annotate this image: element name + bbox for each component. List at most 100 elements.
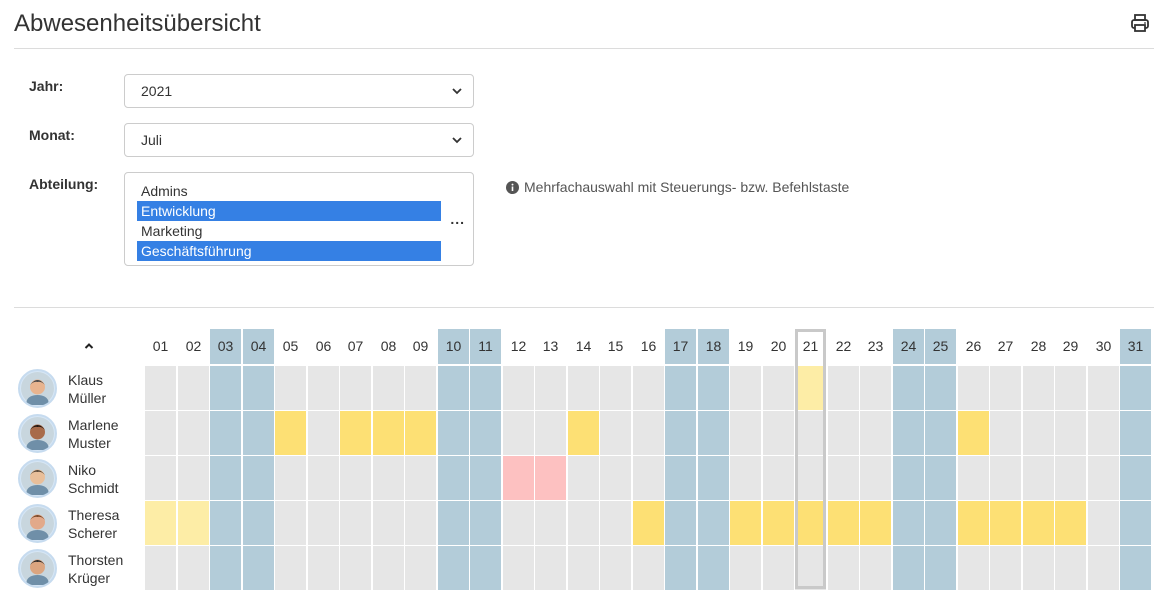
day-cell — [210, 411, 241, 455]
absence-cell[interactable] — [535, 456, 566, 500]
chevron-down-icon — [452, 137, 462, 144]
day-cell — [665, 366, 696, 410]
info-icon — [506, 180, 519, 194]
absence-cell[interactable] — [145, 501, 176, 545]
month-value: Juli — [141, 132, 163, 148]
day-cell — [405, 366, 436, 410]
department-option[interactable]: Marketing — [137, 221, 441, 241]
department-option[interactable]: Admins — [137, 181, 441, 201]
avatar — [18, 369, 57, 408]
day-cell — [990, 456, 1021, 500]
day-header: 13 — [542, 338, 559, 354]
day-cell — [990, 366, 1021, 410]
day-cell — [503, 501, 534, 545]
absence-cell[interactable] — [405, 411, 436, 455]
absence-cell[interactable] — [828, 501, 859, 545]
absence-cell[interactable] — [275, 411, 306, 455]
day-cell — [893, 411, 924, 455]
day-cell — [1055, 546, 1086, 590]
absence-cell[interactable] — [1023, 501, 1054, 545]
day-cell — [763, 366, 794, 410]
absence-cell[interactable] — [373, 411, 404, 455]
absence-cell[interactable] — [958, 501, 989, 545]
absence-cell[interactable] — [795, 366, 826, 410]
printer-icon[interactable] — [1129, 12, 1151, 34]
employee-first-name: Theresa — [68, 506, 120, 523]
department-option[interactable]: Geschäftsführung — [137, 241, 441, 261]
day-cell — [665, 501, 696, 545]
day-cell — [373, 456, 404, 500]
absence-cell[interactable] — [990, 501, 1021, 545]
absence-cell[interactable] — [178, 501, 209, 545]
month-label: Monat: — [29, 127, 75, 143]
absence-cell[interactable] — [633, 501, 664, 545]
day-cell — [438, 546, 469, 590]
chevron-up-icon[interactable] — [83, 340, 95, 352]
day-cell — [958, 456, 989, 500]
day-header: 19 — [737, 338, 754, 354]
day-cell — [568, 546, 599, 590]
day-cell — [1055, 411, 1086, 455]
absence-cell[interactable] — [340, 411, 371, 455]
month-select[interactable]: Juli — [124, 123, 474, 157]
day-cell — [795, 411, 826, 455]
day-cell — [665, 411, 696, 455]
day-cell — [763, 546, 794, 590]
year-select[interactable]: 2021 — [124, 74, 474, 108]
day-cell — [1023, 366, 1054, 410]
day-cell — [925, 366, 956, 410]
day-header: 08 — [380, 338, 397, 354]
day-cell — [698, 411, 729, 455]
day-cell — [178, 366, 209, 410]
day-cell — [178, 546, 209, 590]
day-cell — [893, 366, 924, 410]
department-option[interactable]: Entwicklung — [137, 201, 441, 221]
employee-last-name: Müller — [68, 389, 107, 406]
employee-name: Thorsten Krüger — [68, 551, 138, 587]
employee-last-name: Schmidt — [68, 479, 119, 496]
employee-name: Klaus Müller — [68, 371, 138, 407]
day-cell — [925, 456, 956, 500]
day-header: 14 — [575, 338, 592, 354]
day-cell — [243, 501, 274, 545]
day-cell — [373, 501, 404, 545]
day-header: 07 — [347, 338, 364, 354]
day-cell — [730, 456, 761, 500]
year-value: 2021 — [141, 83, 173, 99]
day-header: 31 — [1120, 329, 1151, 364]
department-multiselect[interactable]: Admins Entwicklung Marketing Geschäftsführu… — [124, 172, 474, 266]
day-cell — [958, 366, 989, 410]
absence-cell[interactable] — [860, 501, 891, 545]
day-cell — [665, 456, 696, 500]
absence-cell[interactable] — [1055, 501, 1086, 545]
day-header: 10 — [438, 329, 469, 364]
day-cell — [795, 456, 826, 500]
absence-cell[interactable] — [958, 411, 989, 455]
day-cell — [275, 456, 306, 500]
day-cell — [470, 546, 501, 590]
day-cell — [860, 456, 891, 500]
day-cell — [730, 411, 761, 455]
day-cell — [893, 456, 924, 500]
day-cell — [308, 456, 339, 500]
absence-cell[interactable] — [795, 501, 826, 545]
employee-row: Theresa Scherer — [18, 501, 138, 546]
absence-cell[interactable] — [763, 501, 794, 545]
day-cell — [1088, 456, 1119, 500]
day-cell — [1088, 411, 1119, 455]
day-cell — [243, 366, 274, 410]
day-header: 15 — [607, 338, 624, 354]
absence-cell[interactable] — [730, 501, 761, 545]
employee-row: Marlene Muster — [18, 411, 138, 456]
absence-cell[interactable] — [503, 456, 534, 500]
day-cell — [535, 366, 566, 410]
day-cell — [698, 501, 729, 545]
employee-name: Marlene Muster — [68, 416, 138, 452]
day-cell — [600, 411, 631, 455]
day-cell — [373, 366, 404, 410]
day-header: 16 — [640, 338, 657, 354]
more-button[interactable]: ... — [450, 211, 465, 227]
absence-cell[interactable] — [568, 411, 599, 455]
day-cell — [308, 501, 339, 545]
day-cell — [1120, 366, 1151, 410]
